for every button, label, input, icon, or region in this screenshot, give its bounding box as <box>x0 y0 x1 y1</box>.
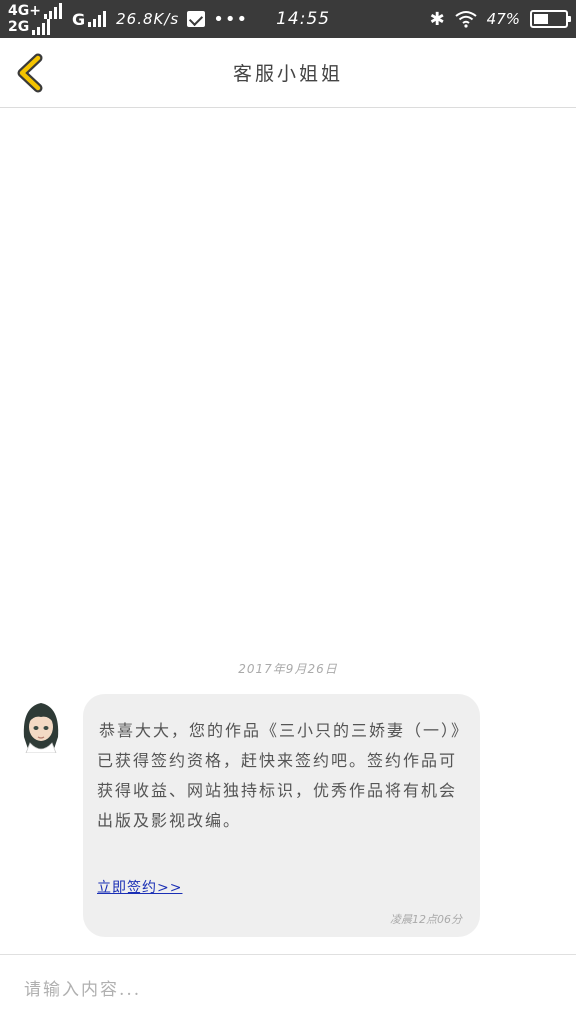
clock: 14:55 <box>276 9 331 29</box>
header: 客服小姐姐 <box>0 38 576 108</box>
network-4g-label: 4G+ <box>8 3 41 19</box>
bluetooth-icon: ✱ <box>429 8 445 30</box>
message-text: 恭喜大大，您的作品《三小只的三娇妻（一）》已获得签约资格，赶快来签约吧。签约作品… <box>97 721 462 830</box>
message-bubble: 恭喜大大，您的作品《三小只的三娇妻（一）》已获得签约资格，赶快来签约吧。签约作品… <box>83 694 480 937</box>
wifi-icon <box>455 11 477 28</box>
message-time: 凌晨12点06分 <box>390 913 462 926</box>
signal-icon <box>43 3 62 19</box>
network-indicator: 4G+ 2G <box>8 3 62 35</box>
message-notification-icon <box>187 11 206 27</box>
input-bar <box>0 954 576 1024</box>
signal-icon <box>32 19 51 35</box>
message-date: 2017年9月26日 <box>238 662 338 676</box>
network-g-label: G <box>71 9 86 29</box>
back-button[interactable] <box>12 52 52 94</box>
message-input[interactable] <box>24 973 554 1007</box>
avatar[interactable] <box>18 697 64 753</box>
sign-now-link[interactable]: 立即签约>> <box>97 877 182 897</box>
page-title: 客服小姐姐 <box>232 63 343 85</box>
battery-percent: 47% <box>486 10 520 28</box>
signal-icon <box>88 11 107 27</box>
status-bar: 4G+ 2G G 26.8K/s ••• 14:55 ✱ 47% <box>0 0 576 38</box>
battery-icon <box>530 10 571 28</box>
network-speed: 26.8K/s <box>116 10 180 28</box>
more-notifications-icon: ••• <box>213 8 249 30</box>
network-2g-label: 2G <box>8 19 30 35</box>
battery-level <box>534 14 549 24</box>
